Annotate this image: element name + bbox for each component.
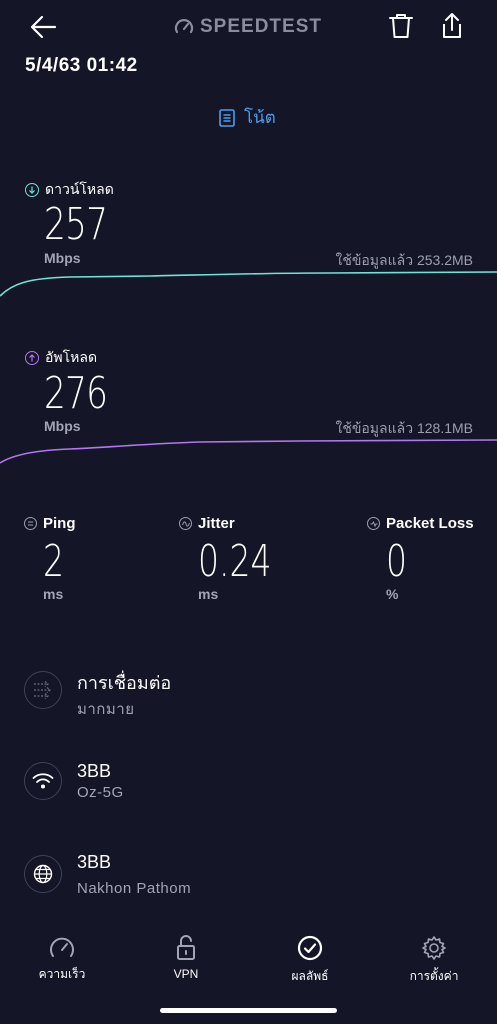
jitter-unit: ms	[198, 586, 219, 602]
download-speed-value: 257	[44, 199, 108, 250]
tab-vpn-label: VPN	[173, 967, 199, 981]
ping-value: 2	[43, 536, 64, 587]
packet-loss-label: Packet Loss	[367, 515, 474, 532]
share-icon	[443, 13, 461, 38]
jitter-value: 0.24	[198, 536, 272, 587]
tab-speed-label: ความเร็ว	[38, 967, 86, 981]
packet-loss-label-text: Packet Loss	[386, 515, 474, 532]
jitter-icon	[179, 517, 192, 530]
packet-loss-value: 0	[386, 536, 407, 587]
packet-loss-icon	[367, 517, 380, 530]
speedometer-icon	[50, 937, 74, 957]
upload-speed-value: 276	[44, 368, 108, 419]
ping-unit: ms	[43, 586, 64, 602]
brand-name: SPEEDTEST	[200, 16, 322, 37]
jitter-label: Jitter	[179, 515, 235, 532]
home-indicator[interactable]	[160, 1008, 337, 1013]
test-datetime: 5/4/63 01:42	[25, 55, 138, 76]
isp-name: 3BB	[77, 761, 112, 781]
note-button[interactable]: โน้ต	[219, 104, 276, 131]
arrow-left-icon	[30, 15, 57, 39]
wifi-icon	[24, 762, 62, 800]
tab-settings[interactable]: การตั้งค่า	[384, 935, 484, 986]
delete-button[interactable]	[388, 12, 416, 42]
connection-subtitle: มากมาย	[77, 701, 135, 718]
upload-label-text: อัพโหลด	[45, 349, 98, 365]
download-speed-graph	[0, 271, 497, 297]
check-circle-icon	[297, 935, 323, 961]
globe-icon	[24, 855, 62, 893]
packet-loss-unit: %	[386, 586, 399, 602]
share-button[interactable]	[440, 12, 466, 42]
server-location: Nakhon Pathom	[77, 880, 192, 897]
gear-icon	[422, 936, 446, 960]
upload-speed-graph	[0, 439, 497, 464]
jitter-label-text: Jitter	[198, 515, 235, 532]
tab-results-label: ผลลัพธ์	[291, 969, 329, 983]
ping-label-text: Ping	[43, 515, 76, 532]
trash-icon	[389, 14, 413, 38]
download-label: ดาวน์โหลด	[25, 179, 114, 201]
ping-icon	[24, 517, 37, 530]
unlock-icon	[177, 935, 195, 960]
download-label-text: ดาวน์โหลด	[45, 181, 114, 197]
note-label: โน้ต	[244, 108, 276, 127]
tab-results[interactable]: ผลลัพธ์	[260, 935, 360, 986]
download-arrow-icon	[25, 183, 39, 197]
wifi-network-name: Oz-5G	[77, 784, 124, 801]
gauge-icon	[174, 19, 194, 34]
note-icon	[219, 108, 235, 127]
ping-label: Ping	[24, 515, 76, 532]
upload-arrow-icon	[25, 351, 39, 365]
upload-label: อัพโหลด	[25, 347, 97, 369]
tab-settings-label: การตั้งค่า	[409, 969, 459, 983]
back-button[interactable]	[28, 12, 62, 42]
speedtest-logo: SPEEDTEST	[174, 16, 322, 38]
connections-icon	[24, 671, 62, 709]
tab-vpn[interactable]: VPN	[136, 935, 236, 981]
connection-title: การเชื่อมต่อ	[77, 673, 172, 693]
server-sponsor: 3BB	[77, 852, 112, 872]
tab-speed[interactable]: ความเร็ว	[12, 935, 112, 984]
